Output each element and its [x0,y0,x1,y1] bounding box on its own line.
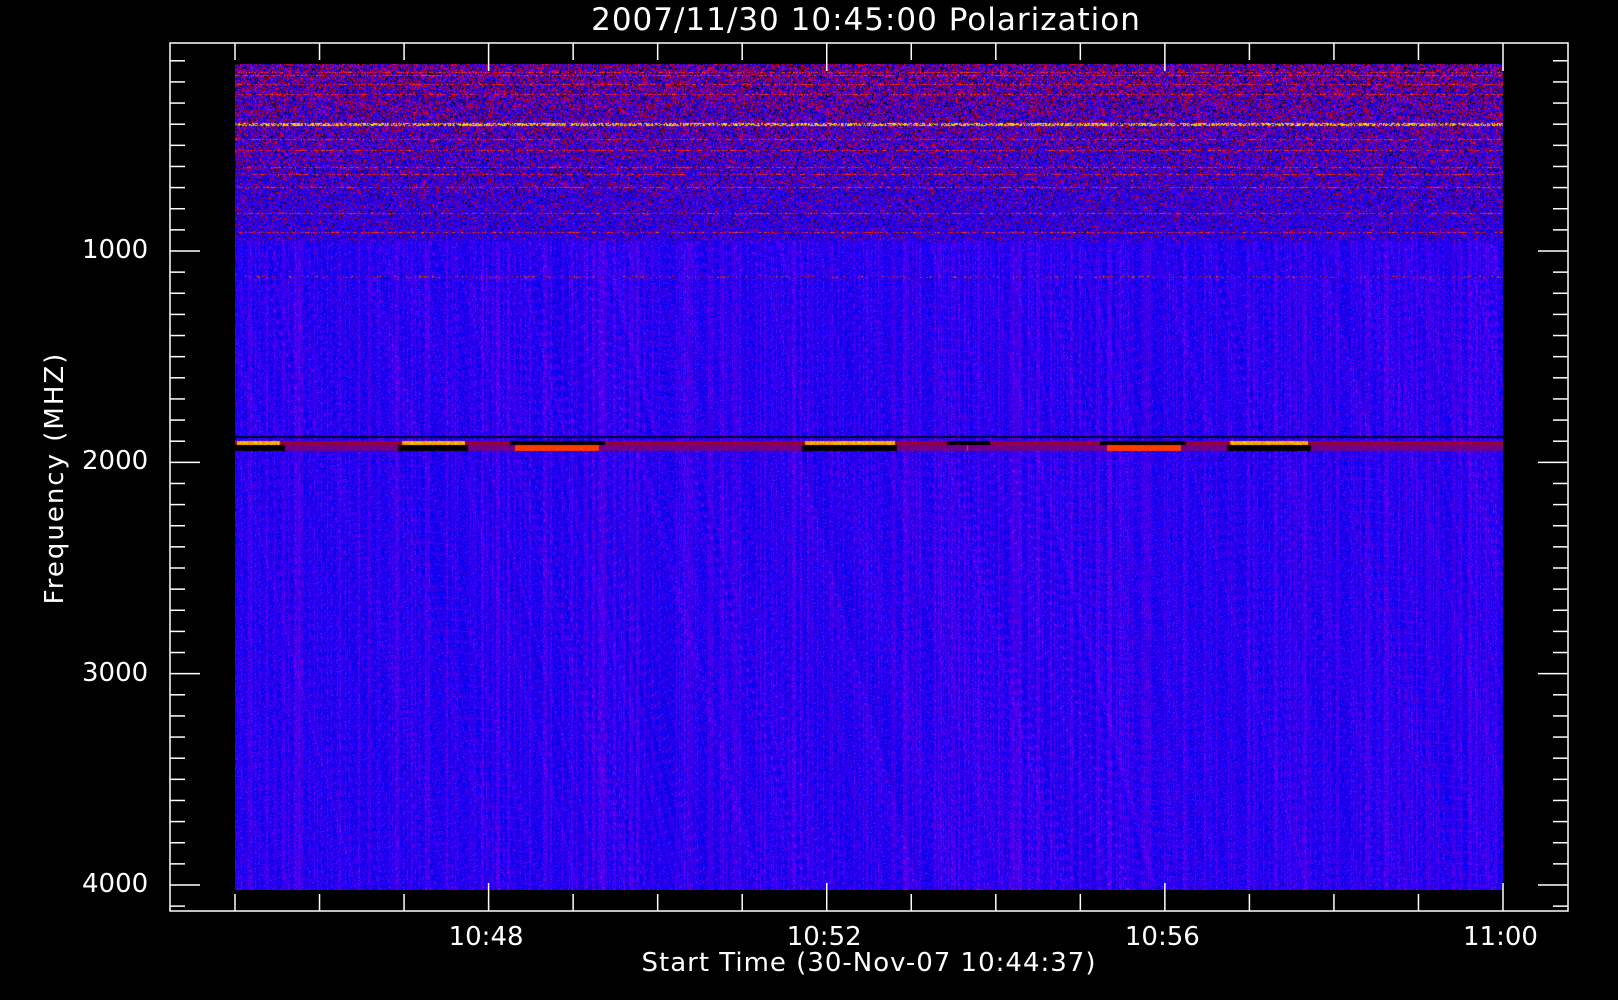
plot-frame [169,42,1569,912]
y-tick-label: 3000 [82,657,149,688]
y-axis-label: Frequency (MHZ) [40,351,70,605]
x-axis-label: Start Time (30-Nov-07 10:44:37) [641,948,1097,978]
axes-frame [169,42,1569,912]
y-tick-label: 4000 [82,869,149,899]
y-tick-label: 1000 [82,235,149,265]
y-tick-label: 2000 [82,446,149,477]
